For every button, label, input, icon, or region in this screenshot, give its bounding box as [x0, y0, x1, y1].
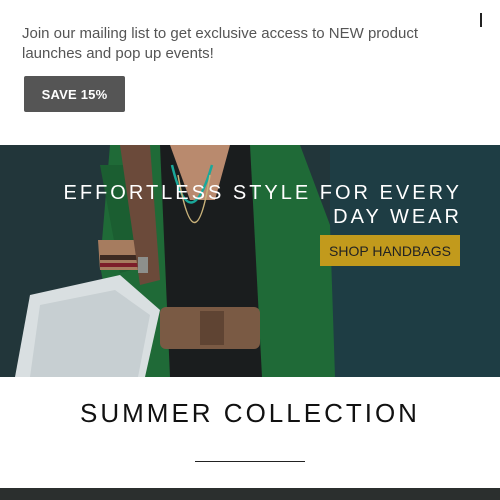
hero-banner: EFFORTLESS STYLE FOR EVERY DAY WEAR SHOP… [0, 145, 500, 377]
next-banner-strip [0, 488, 500, 500]
mailing-list-banner: Join our mailing list to get exclusive a… [0, 0, 500, 145]
mailing-list-message: Join our mailing list to get exclusive a… [22, 25, 418, 62]
shop-handbags-button[interactable]: SHOP HANDBAGS [320, 235, 460, 266]
save-15-button[interactable]: SAVE 15% [24, 76, 125, 112]
title-divider [195, 461, 305, 462]
collection-title: SUMMER COLLECTION [80, 398, 420, 428]
close-icon[interactable] [473, 10, 489, 30]
hero-headline: EFFORTLESS STYLE FOR EVERY DAY WEAR [63, 182, 462, 228]
